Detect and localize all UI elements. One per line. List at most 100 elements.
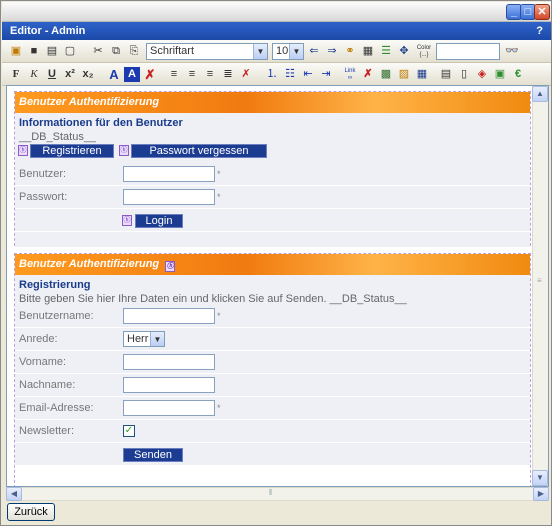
email-label: Email-Adresse: [19,402,94,414]
save-icon[interactable]: ■ [26,44,42,59]
font-size-select[interactable]: 10 ▼ [272,43,304,60]
close-icon[interactable]: ✕ [534,4,550,20]
login-button[interactable]: Login [135,214,183,228]
binoculars-icon[interactable]: 👓 [504,44,520,59]
login-section: Benutzer Authentifizierung Informationen… [14,91,531,248]
open-icon[interactable]: ▣ [8,44,24,59]
align-center-icon[interactable]: ≡ [184,67,200,82]
align-left-icon[interactable]: ≡ [166,67,182,82]
lastname-label: Nachname: [19,379,76,391]
highlight-color-icon[interactable]: A [124,67,140,82]
lastname-row: Nachname: [15,374,530,397]
username-row: Benutzername: * [15,305,530,328]
register-button[interactable]: Registrieren [30,144,114,158]
firstname-label: Vorname: [19,356,67,368]
outdent-icon[interactable]: ⇤ [300,67,316,82]
chevron-down-icon: ▼ [150,332,164,346]
placeholder-icon[interactable]: ⓗ [119,145,129,156]
banner-title: Benutzer Authentifizierung [19,258,160,270]
forgot-password-button[interactable]: Passwort vergessen [131,144,267,158]
superscript-icon[interactable]: x² [62,67,78,82]
align-right-icon[interactable]: ≡ [202,67,218,82]
underline-icon[interactable]: U [44,67,60,82]
back-button[interactable]: Zurück [7,503,55,521]
bottom-bar: Zurück [2,501,551,525]
registration-section: Benutzer Authentifizierung ⓗ Registrieru… [14,253,531,486]
vertical-scrollbar[interactable]: ▲ ≡ ▼ [532,86,548,486]
toolbar-row-2: F K U x² x₂ A A ✗ ≡ ≡ ≡ ≣ ✗ ⒈ ☷ ⇤ ⇥ Link… [2,63,551,86]
placeholder-icon[interactable]: ⓗ [122,215,132,226]
print-icon[interactable]: ▤ [44,44,60,59]
image-icon[interactable]: ▩ [378,67,394,82]
italic-icon[interactable]: K [26,67,42,82]
editor-content[interactable]: Benutzer Authentifizierung Informationen… [6,85,549,487]
clear-align-icon[interactable]: ✗ [238,67,254,82]
cut-icon[interactable]: ✂ [90,44,106,59]
template-icon[interactable]: ▣ [492,67,508,82]
ordered-list-icon[interactable]: ⒈ [264,67,280,82]
newsletter-checkbox[interactable]: ✓ [123,425,135,437]
link-chain-icon[interactable]: ⚭ [342,44,358,59]
font-size-value: 10 [276,45,289,57]
layers-icon[interactable]: ☰ [378,44,394,59]
app-header: Editor - Admin ? [2,22,551,40]
arrow-left-icon[interactable]: ⇐ [306,44,322,59]
move-icon[interactable]: ✥ [396,44,412,59]
firstname-row: Vorname: [15,351,530,374]
user-label: Benutzer: [19,168,67,180]
color-code-icon[interactable]: Color {...} [416,44,432,59]
salutation-value: Herr [127,333,149,345]
user-row: Benutzer: * [15,163,530,186]
chevron-down-icon: ▼ [253,44,267,59]
lastname-input[interactable] [123,377,215,393]
scroll-down-icon[interactable]: ▼ [532,470,548,486]
indent-icon[interactable]: ⇥ [318,67,334,82]
scroll-left-icon[interactable]: ◀ [6,487,22,501]
banner-title: Benutzer Authentifizierung [19,96,160,108]
plugin-icon[interactable]: ◈ [474,67,490,82]
copy-icon[interactable]: ⧉ [108,44,124,59]
media-icon[interactable]: ▨ [396,67,412,82]
horizontal-scrollbar[interactable]: ◀ ⦀ ▶ [6,487,549,501]
firstname-input[interactable] [123,354,215,370]
password-input[interactable] [123,189,215,205]
password-row: Passwort: * [15,186,530,209]
paste-icon[interactable]: ⎘ [126,44,142,59]
table-icon[interactable]: ▦ [414,67,430,82]
salutation-row: Anrede: Herr ▼ [15,328,530,351]
justify-icon[interactable]: ≣ [220,67,236,82]
scroll-right-icon[interactable]: ▶ [533,487,549,501]
placeholder-icon[interactable]: ⓗ [18,145,28,156]
unordered-list-icon[interactable]: ☷ [282,67,298,82]
font-family-select[interactable]: Schriftart ▼ [146,43,268,60]
username-input[interactable] [123,308,215,324]
subscript-icon[interactable]: x₂ [80,67,96,82]
title-bar: _ □ ✕ [2,2,551,22]
unlink-icon[interactable]: ✗ [360,67,376,82]
form-icon[interactable]: ▦ [360,44,376,59]
required-mark: * [217,192,221,202]
help-icon[interactable]: ? [536,22,543,40]
bold-icon[interactable]: F [8,67,24,82]
placeholder-icon[interactable]: ⓗ [165,261,176,272]
salutation-select[interactable]: Herr ▼ [123,331,165,347]
insert-link-icon[interactable]: Link ∞ [342,67,358,82]
font-color-icon[interactable]: A [106,67,122,82]
registration-heading: Registrierung [19,279,91,291]
toolbar-text-input[interactable] [436,43,500,60]
new-page-icon[interactable]: ▢ [62,44,78,59]
db-status: __DB_Status__ [19,131,97,143]
currency-icon[interactable]: € [510,67,526,82]
arrow-right-icon[interactable]: ⇒ [324,44,340,59]
scroll-up-icon[interactable]: ▲ [532,86,548,102]
email-input[interactable] [123,400,215,416]
special-chars-icon[interactable]: ▤ [438,67,454,82]
remove-format-icon[interactable]: ✗ [142,67,158,82]
send-button[interactable]: Senden [123,448,183,462]
document-icon[interactable]: ▯ [456,67,472,82]
required-mark: * [217,311,221,321]
email-row: Email-Adresse: * [15,397,530,420]
newsletter-row: Newsletter: ✓ [15,420,530,443]
login-row: ⓗ Login [15,209,530,232]
user-input[interactable] [123,166,215,182]
